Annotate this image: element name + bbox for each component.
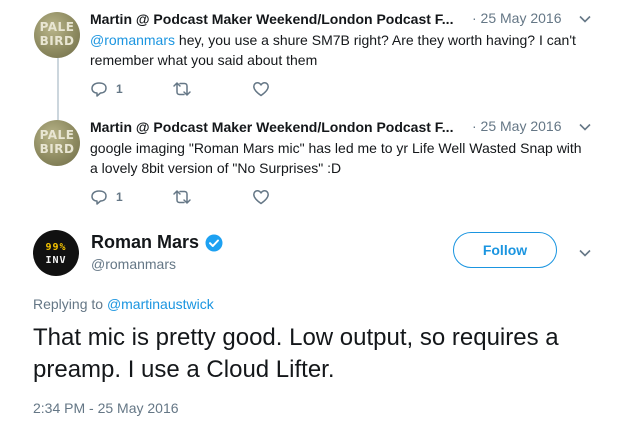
like-icon: [253, 190, 269, 205]
retweet-icon: [173, 82, 191, 96]
verified-badge-icon: [205, 234, 223, 251]
thread-line: [57, 58, 59, 120]
avatar-text: BIRD: [39, 34, 75, 48]
avatar-text: PALE: [39, 20, 75, 34]
replying-prefix: Replying to: [33, 296, 107, 312]
retweet-icon: [173, 190, 191, 204]
retweet-button[interactable]: [172, 80, 192, 98]
chevron-down-icon[interactable]: [578, 120, 592, 134]
replying-to: Replying to @martinaustwick: [33, 296, 214, 312]
author-handle[interactable]: @romanmars: [91, 256, 176, 272]
author-name[interactable]: Martin @ Podcast Maker Weekend/London Po…: [90, 119, 453, 135]
like-button[interactable]: [252, 80, 270, 98]
avatar[interactable]: PALE BIRD: [34, 120, 80, 166]
reply-icon: [91, 82, 107, 97]
avatar-text: PALE: [39, 128, 75, 142]
author-name[interactable]: Roman Mars: [91, 232, 223, 253]
avatar[interactable]: PALE BIRD: [34, 12, 80, 58]
tweet-body: google imaging "Roman Mars mic" has led …: [90, 140, 582, 176]
avatar-text: INV: [45, 255, 67, 266]
display-name[interactable]: Roman Mars: [91, 232, 199, 253]
like-icon: [253, 82, 269, 97]
reply-icon: [91, 190, 107, 205]
mention-link[interactable]: @martinaustwick: [107, 296, 214, 312]
avatar-text: 99%: [45, 242, 67, 253]
reply-button[interactable]: 1: [90, 188, 123, 206]
avatar[interactable]: 99% INV: [33, 230, 79, 276]
like-button[interactable]: [252, 188, 270, 206]
tweet-text: @romanmars hey, you use a shure SM7B rig…: [90, 30, 590, 70]
tweet-author[interactable]: Martin @ Podcast Maker Weekend/London Po…: [90, 10, 453, 28]
tweet-date[interactable]: · 25 May 2016: [472, 10, 562, 26]
reply-count: 1: [116, 82, 123, 96]
chevron-down-icon[interactable]: [578, 12, 592, 26]
tweet-date[interactable]: · 25 May 2016: [472, 118, 562, 134]
chevron-down-icon[interactable]: [578, 246, 592, 260]
reply-count: 1: [116, 190, 123, 204]
tweet-timestamp[interactable]: 2:34 PM - 25 May 2016: [33, 400, 179, 416]
retweet-button[interactable]: [172, 188, 192, 206]
reply-button[interactable]: 1: [90, 80, 123, 98]
mention-link[interactable]: @romanmars: [90, 32, 175, 48]
tweet-text: google imaging "Roman Mars mic" has led …: [90, 138, 590, 178]
follow-button[interactable]: Follow: [453, 232, 557, 268]
tweet-text: That mic is pretty good. Low output, so …: [33, 324, 559, 383]
avatar-text: BIRD: [39, 142, 75, 156]
tweet-author[interactable]: Martin @ Podcast Maker Weekend/London Po…: [90, 118, 453, 136]
author-name[interactable]: Martin @ Podcast Maker Weekend/London Po…: [90, 11, 453, 27]
